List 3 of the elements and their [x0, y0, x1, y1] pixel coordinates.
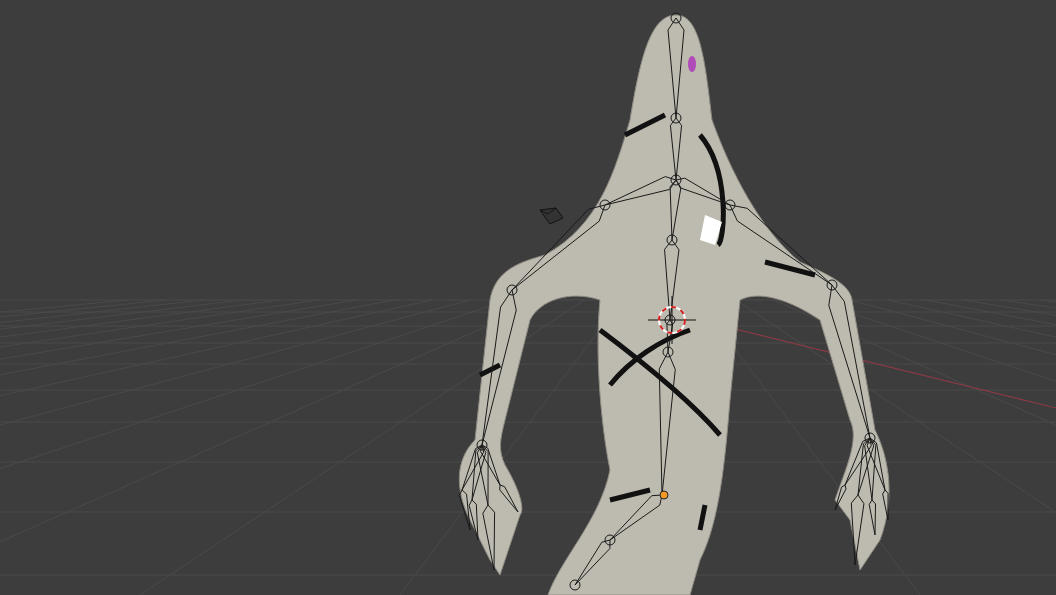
camera-icon — [539, 207, 564, 225]
origin-dot-icon — [659, 490, 669, 500]
3d-cursor-icon — [647, 295, 697, 345]
